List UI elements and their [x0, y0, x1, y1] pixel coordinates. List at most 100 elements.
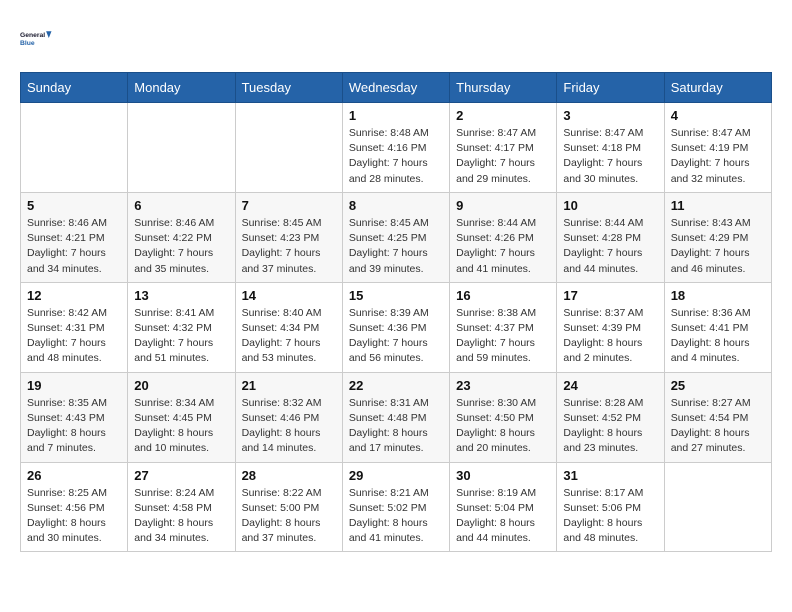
page-header: GeneralBlue	[20, 20, 772, 56]
day-detail: Sunrise: 8:47 AM Sunset: 4:17 PM Dayligh…	[456, 126, 550, 187]
day-cell: 31 Sunrise: 8:17 AM Sunset: 5:06 PM Dayli…	[557, 462, 664, 552]
calendar-table: SundayMondayTuesdayWednesdayThursdayFrid…	[20, 72, 772, 552]
day-cell: 3 Sunrise: 8:47 AM Sunset: 4:18 PM Daylig…	[557, 103, 664, 193]
day-cell: 22 Sunrise: 8:31 AM Sunset: 4:48 PM Dayli…	[342, 372, 449, 462]
day-number: 11	[671, 198, 765, 213]
week-row-5: 26Sunrise: 8:25 AM Sunset: 4:56 PM Dayli…	[21, 462, 772, 552]
day-detail: Sunrise: 8:22 AM Sunset: 5:00 PM Dayligh…	[242, 486, 336, 547]
day-cell: 28 Sunrise: 8:22 AM Sunset: 5:00 PM Dayli…	[235, 462, 342, 552]
day-cell: 8 Sunrise: 8:45 AM Sunset: 4:25 PM Daylig…	[342, 192, 449, 282]
day-detail: Sunrise: 8:46 AM Sunset: 4:21 PM Dayligh…	[27, 216, 121, 277]
day-number: 12	[27, 288, 121, 303]
week-row-2: 5 Sunrise: 8:46 AM Sunset: 4:21 PM Daylig…	[21, 192, 772, 282]
header-cell-tuesday: Tuesday	[235, 73, 342, 103]
day-number: 28	[242, 468, 336, 483]
day-detail: Sunrise: 8:35 AM Sunset: 4:43 PM Dayligh…	[27, 396, 121, 457]
day-number: 10	[563, 198, 657, 213]
header-cell-thursday: Thursday	[450, 73, 557, 103]
day-cell: 5 Sunrise: 8:46 AM Sunset: 4:21 PM Daylig…	[21, 192, 128, 282]
day-cell: 23Sunrise: 8:30 AM Sunset: 4:50 PM Dayli…	[450, 372, 557, 462]
day-number: 29	[349, 468, 443, 483]
day-detail: Sunrise: 8:34 AM Sunset: 4:45 PM Dayligh…	[134, 396, 228, 457]
week-row-4: 19 Sunrise: 8:35 AM Sunset: 4:43 PM Dayli…	[21, 372, 772, 462]
day-detail: Sunrise: 8:31 AM Sunset: 4:48 PM Dayligh…	[349, 396, 443, 457]
day-cell: 21Sunrise: 8:32 AM Sunset: 4:46 PM Dayli…	[235, 372, 342, 462]
day-cell: 17 Sunrise: 8:37 AM Sunset: 4:39 PM Dayli…	[557, 282, 664, 372]
day-number: 8	[349, 198, 443, 213]
header-row: SundayMondayTuesdayWednesdayThursdayFrid…	[21, 73, 772, 103]
header-cell-monday: Monday	[128, 73, 235, 103]
svg-text:Blue: Blue	[20, 40, 35, 47]
day-detail: Sunrise: 8:36 AM Sunset: 4:41 PM Dayligh…	[671, 306, 765, 367]
day-cell: 18 Sunrise: 8:36 AM Sunset: 4:41 PM Dayli…	[664, 282, 771, 372]
day-cell	[128, 103, 235, 193]
day-number: 30	[456, 468, 550, 483]
svg-text:General: General	[20, 32, 45, 39]
day-detail: Sunrise: 8:21 AM Sunset: 5:02 PM Dayligh…	[349, 486, 443, 547]
day-number: 7	[242, 198, 336, 213]
day-number: 4	[671, 108, 765, 123]
day-number: 26	[27, 468, 121, 483]
logo-icon: GeneralBlue	[20, 20, 56, 56]
day-detail: Sunrise: 8:17 AM Sunset: 5:06 PM Dayligh…	[563, 486, 657, 547]
day-cell: 11Sunrise: 8:43 AM Sunset: 4:29 PM Dayli…	[664, 192, 771, 282]
day-cell: 27Sunrise: 8:24 AM Sunset: 4:58 PM Dayli…	[128, 462, 235, 552]
day-cell: 14 Sunrise: 8:40 AM Sunset: 4:34 PM Dayli…	[235, 282, 342, 372]
day-detail: Sunrise: 8:41 AM Sunset: 4:32 PM Dayligh…	[134, 306, 228, 367]
day-detail: Sunrise: 8:44 AM Sunset: 4:26 PM Dayligh…	[456, 216, 550, 277]
day-detail: Sunrise: 8:47 AM Sunset: 4:19 PM Dayligh…	[671, 126, 765, 187]
day-detail: Sunrise: 8:19 AM Sunset: 5:04 PM Dayligh…	[456, 486, 550, 547]
day-number: 6	[134, 198, 228, 213]
header-cell-friday: Friday	[557, 73, 664, 103]
logo: GeneralBlue	[20, 20, 56, 56]
day-cell: 13 Sunrise: 8:41 AM Sunset: 4:32 PM Dayli…	[128, 282, 235, 372]
day-detail: Sunrise: 8:40 AM Sunset: 4:34 PM Dayligh…	[242, 306, 336, 367]
day-cell: 16 Sunrise: 8:38 AM Sunset: 4:37 PM Dayli…	[450, 282, 557, 372]
header-cell-sunday: Sunday	[21, 73, 128, 103]
day-number: 17	[563, 288, 657, 303]
day-cell: 12Sunrise: 8:42 AM Sunset: 4:31 PM Dayli…	[21, 282, 128, 372]
day-detail: Sunrise: 8:46 AM Sunset: 4:22 PM Dayligh…	[134, 216, 228, 277]
day-cell: 26Sunrise: 8:25 AM Sunset: 4:56 PM Dayli…	[21, 462, 128, 552]
day-detail: Sunrise: 8:27 AM Sunset: 4:54 PM Dayligh…	[671, 396, 765, 457]
day-detail: Sunrise: 8:47 AM Sunset: 4:18 PM Dayligh…	[563, 126, 657, 187]
day-number: 22	[349, 378, 443, 393]
day-cell	[235, 103, 342, 193]
day-cell: 4 Sunrise: 8:47 AM Sunset: 4:19 PM Daylig…	[664, 103, 771, 193]
day-detail: Sunrise: 8:48 AM Sunset: 4:16 PM Dayligh…	[349, 126, 443, 187]
day-number: 31	[563, 468, 657, 483]
week-row-1: 1Sunrise: 8:48 AM Sunset: 4:16 PM Daylig…	[21, 103, 772, 193]
day-number: 2	[456, 108, 550, 123]
day-number: 18	[671, 288, 765, 303]
day-number: 9	[456, 198, 550, 213]
day-cell: 15Sunrise: 8:39 AM Sunset: 4:36 PM Dayli…	[342, 282, 449, 372]
day-cell: 9 Sunrise: 8:44 AM Sunset: 4:26 PM Daylig…	[450, 192, 557, 282]
day-number: 13	[134, 288, 228, 303]
day-detail: Sunrise: 8:37 AM Sunset: 4:39 PM Dayligh…	[563, 306, 657, 367]
header-cell-wednesday: Wednesday	[342, 73, 449, 103]
day-detail: Sunrise: 8:44 AM Sunset: 4:28 PM Dayligh…	[563, 216, 657, 277]
day-cell: 20 Sunrise: 8:34 AM Sunset: 4:45 PM Dayli…	[128, 372, 235, 462]
day-number: 24	[563, 378, 657, 393]
header-cell-saturday: Saturday	[664, 73, 771, 103]
day-detail: Sunrise: 8:28 AM Sunset: 4:52 PM Dayligh…	[563, 396, 657, 457]
day-cell	[21, 103, 128, 193]
day-number: 19	[27, 378, 121, 393]
day-detail: Sunrise: 8:30 AM Sunset: 4:50 PM Dayligh…	[456, 396, 550, 457]
day-cell: 2 Sunrise: 8:47 AM Sunset: 4:17 PM Daylig…	[450, 103, 557, 193]
day-detail: Sunrise: 8:38 AM Sunset: 4:37 PM Dayligh…	[456, 306, 550, 367]
day-cell: 24 Sunrise: 8:28 AM Sunset: 4:52 PM Dayli…	[557, 372, 664, 462]
day-number: 14	[242, 288, 336, 303]
day-number: 16	[456, 288, 550, 303]
day-cell: 10 Sunrise: 8:44 AM Sunset: 4:28 PM Dayli…	[557, 192, 664, 282]
day-number: 3	[563, 108, 657, 123]
day-detail: Sunrise: 8:45 AM Sunset: 4:25 PM Dayligh…	[349, 216, 443, 277]
week-row-3: 12Sunrise: 8:42 AM Sunset: 4:31 PM Dayli…	[21, 282, 772, 372]
day-number: 5	[27, 198, 121, 213]
day-cell: 25Sunrise: 8:27 AM Sunset: 4:54 PM Dayli…	[664, 372, 771, 462]
day-cell: 30 Sunrise: 8:19 AM Sunset: 5:04 PM Dayli…	[450, 462, 557, 552]
day-cell: 19 Sunrise: 8:35 AM Sunset: 4:43 PM Dayli…	[21, 372, 128, 462]
day-number: 20	[134, 378, 228, 393]
day-detail: Sunrise: 8:24 AM Sunset: 4:58 PM Dayligh…	[134, 486, 228, 547]
day-cell: 1Sunrise: 8:48 AM Sunset: 4:16 PM Daylig…	[342, 103, 449, 193]
